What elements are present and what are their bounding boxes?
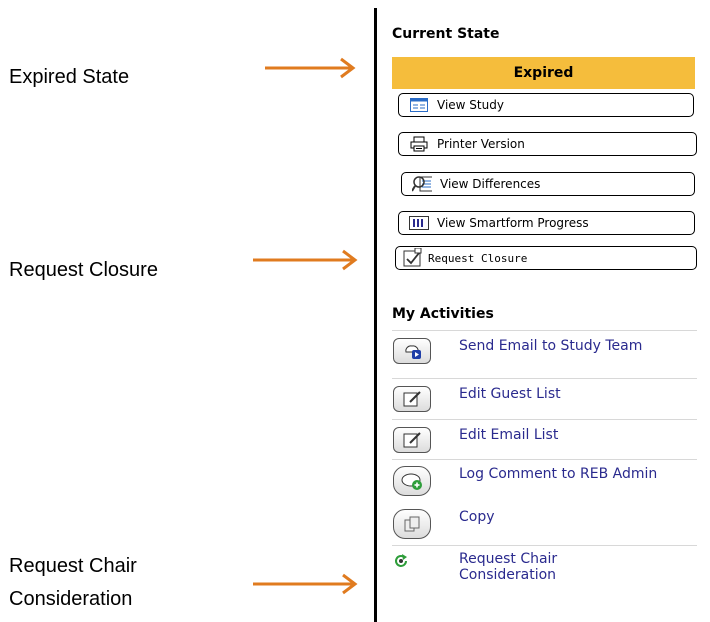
view-study-label: View Study — [437, 98, 504, 112]
activity-edit-guest-list[interactable]: Edit Guest List — [393, 386, 679, 412]
annotation-request-chair-line1: Request Chair — [9, 555, 137, 577]
current-state-title: Current State — [392, 26, 500, 42]
activity-log-comment-label[interactable]: Log Comment to REB Admin — [459, 466, 659, 482]
divider — [392, 419, 697, 420]
study-window-icon — [409, 97, 429, 113]
divider — [392, 545, 697, 546]
activity-edit-guest-list-label[interactable]: Edit Guest List — [459, 386, 679, 402]
activity-edit-email-list[interactable]: Edit Email List — [393, 427, 679, 453]
annotation-request-closure: Request Closure — [9, 259, 158, 281]
divider — [392, 459, 697, 460]
annotation-request-chair-line2: Consideration — [9, 588, 133, 610]
activity-edit-email-list-label[interactable]: Edit Email List — [459, 427, 679, 443]
printer-version-label: Printer Version — [437, 137, 525, 151]
printer-version-button[interactable]: Printer Version — [398, 132, 697, 156]
activity-request-chair-label[interactable]: Request Chair Consideration — [459, 551, 629, 583]
activity-send-email-label[interactable]: Send Email to Study Team — [459, 338, 659, 354]
send-email-icon — [393, 338, 431, 364]
comment-icon — [393, 466, 431, 496]
view-smartform-progress-button[interactable]: View Smartform Progress — [398, 211, 695, 235]
view-differences-label: View Differences — [440, 177, 541, 191]
activity-request-chair[interactable]: Request Chair Consideration — [393, 551, 629, 583]
arrow-request-closure — [253, 248, 363, 272]
view-smartform-progress-label: View Smartform Progress — [437, 216, 589, 230]
state-badge: Expired — [392, 57, 695, 89]
view-differences-button[interactable]: View Differences — [401, 172, 695, 196]
my-activities-title: My Activities — [392, 306, 494, 322]
printer-icon — [409, 136, 429, 152]
activity-copy[interactable]: Copy — [393, 509, 679, 539]
request-closure-button[interactable]: Request Closure — [395, 246, 697, 270]
activity-log-comment[interactable]: Log Comment to REB Admin — [393, 466, 659, 496]
activity-send-email[interactable]: Send Email to Study Team — [393, 338, 659, 364]
activity-copy-label[interactable]: Copy — [459, 509, 679, 525]
edit-icon — [393, 427, 431, 453]
request-closure-label: Request Closure — [428, 251, 528, 265]
annotation-expired-state: Expired State — [9, 66, 130, 88]
progress-icon — [409, 215, 429, 231]
view-study-button[interactable]: View Study — [398, 93, 694, 117]
arrow-request-chair — [253, 572, 363, 596]
edit-icon — [393, 386, 431, 412]
divider — [392, 330, 697, 331]
arrow-expired-state — [265, 56, 361, 80]
study-actions-panel: Current State Expired View Study Printer… — [374, 8, 710, 622]
chair-refresh-icon — [393, 551, 413, 571]
divider — [392, 378, 697, 379]
differences-icon — [412, 176, 432, 192]
copy-icon — [393, 509, 431, 539]
closure-icon — [402, 248, 422, 267]
